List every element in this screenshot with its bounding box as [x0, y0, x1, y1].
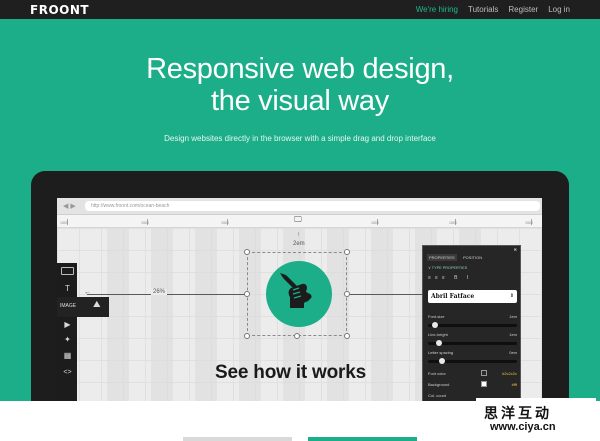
tab-properties[interactable]: PROPERTIES: [427, 254, 457, 261]
hero-title-line-2: the visual way: [211, 85, 389, 117]
background-row: Background #fff: [428, 381, 517, 387]
font-size-row: Font-size 1em: [428, 314, 517, 319]
resize-handle[interactable]: [344, 291, 350, 297]
fist-pen-logo-icon: [266, 261, 332, 327]
hero-title: Responsive web design, the visual way: [0, 53, 600, 117]
text-align-controls[interactable]: ≡≡≡ B I: [428, 275, 472, 281]
font-size-label: Font-size: [428, 314, 445, 319]
hero-subtitle: Design websites directly in the browser …: [164, 134, 436, 143]
cta-button-right[interactable]: [308, 437, 417, 441]
ruler-label: 1500: [141, 221, 149, 225]
line-height-label: Line-height: [428, 332, 448, 337]
ruler-label: 1500: [221, 221, 229, 225]
see-how-it-works-heading[interactable]: See how it works: [215, 362, 366, 384]
froont-logo[interactable]: FROONT: [30, 3, 89, 17]
browser-chrome: ◀ ▶ http://www.froont.com/ocean-beach: [57, 198, 542, 215]
nav-link-login[interactable]: Log in: [548, 5, 570, 14]
video-tool-icon[interactable]: ▶︎: [61, 319, 74, 330]
image-tool-label: IMAGE: [60, 303, 77, 309]
font-color-row: Font color #2c2c2c: [428, 370, 517, 376]
background-value: #fff: [511, 382, 517, 387]
ruler-label: 1500: [525, 221, 533, 225]
right-spacing-line: [349, 294, 423, 295]
tab-position[interactable]: POSITION: [463, 255, 482, 260]
col-count-label: Col. count: [428, 393, 447, 398]
browser-nav-buttons: ◀ ▶: [63, 202, 76, 210]
line-height-row: Line-height 1em: [428, 332, 517, 337]
ruler-label: 1500: [371, 221, 379, 225]
gallery-tool-icon[interactable]: ▦: [61, 350, 74, 361]
text-tool-icon[interactable]: T: [61, 283, 74, 294]
hero-title-line-1: Responsive web design,: [146, 53, 454, 85]
background-label: Background: [428, 382, 450, 387]
ruler-label: 1500: [449, 221, 457, 225]
forward-arrow-icon[interactable]: ▶: [70, 203, 75, 210]
back-arrow-icon[interactable]: ◀: [63, 203, 68, 210]
address-bar[interactable]: http://www.froont.com/ocean-beach: [85, 201, 540, 211]
image-tool-flyout[interactable]: IMAGE ⛰: [57, 297, 109, 317]
left-toolbar: T ▶︎ ✦ ▦ <>: [57, 263, 77, 403]
font-family-value: Abril Fatface: [431, 293, 475, 300]
line-height-slider[interactable]: [428, 340, 517, 346]
embed-tool-icon[interactable]: ✦: [61, 334, 74, 345]
letter-spacing-row: Letter spacing 0em: [428, 350, 517, 355]
top-spacing-label: 2em: [293, 241, 305, 247]
font-size-slider[interactable]: [428, 322, 517, 328]
background-swatch[interactable]: [481, 381, 487, 387]
type-properties-section[interactable]: ∨ TYPE PROPERTIES: [428, 265, 467, 270]
slider-knob[interactable]: [432, 322, 438, 328]
letter-spacing-label: Letter spacing: [428, 350, 454, 355]
laptop-screen: ◀ ▶ http://www.froont.com/ocean-beach 15…: [57, 198, 542, 403]
font-color-value: #2c2c2c: [502, 371, 517, 376]
left-arrow-icon: ←: [84, 289, 91, 296]
nav-link-hiring[interactable]: We're hiring: [416, 5, 458, 14]
watermark-line-1: 思洋互动: [484, 406, 552, 422]
top-nav-links: We're hiring Tutorials Register Log in: [416, 5, 570, 14]
font-size-value: 1em: [509, 314, 517, 319]
slider-knob[interactable]: [436, 340, 442, 346]
resize-handle[interactable]: [344, 333, 350, 339]
resize-handle[interactable]: [244, 333, 250, 339]
chevron-updown-icon: ⇕: [509, 293, 514, 299]
resize-handle[interactable]: [244, 249, 250, 255]
cta-button-left[interactable]: [183, 437, 292, 441]
top-navbar: FROONT We're hiring Tutorials Register L…: [0, 0, 600, 19]
nav-link-register[interactable]: Register: [508, 5, 538, 14]
line-height-value: 1em: [509, 332, 517, 337]
box-tool-icon[interactable]: [61, 267, 74, 275]
panel-tabs: PROPERTIES POSITION: [423, 254, 522, 262]
watermark-line-2: www.ciya.cn: [490, 421, 556, 433]
font-color-swatch[interactable]: [481, 370, 487, 376]
properties-panel: ✖ PROPERTIES POSITION ∨ TYPE PROPERTIES …: [422, 245, 521, 403]
close-icon[interactable]: ✖: [514, 247, 517, 252]
resize-handle[interactable]: [344, 249, 350, 255]
font-color-label: Font color: [428, 371, 446, 376]
letter-spacing-value: 0em: [509, 350, 517, 355]
letter-spacing-slider[interactable]: [428, 358, 517, 364]
ruler-label: 1500: [60, 221, 68, 225]
slider-knob[interactable]: [439, 358, 445, 364]
left-spacing-label: 26%: [151, 289, 168, 295]
resize-handle[interactable]: [244, 291, 250, 297]
resize-handle[interactable]: [294, 333, 300, 339]
font-family-select[interactable]: Abril Fatface ⇕: [428, 290, 517, 303]
nav-link-tutorials[interactable]: Tutorials: [468, 5, 498, 14]
image-icon: ⛰: [93, 299, 101, 309]
up-arrow-icon: ↑: [297, 232, 300, 238]
desktop-view-icon[interactable]: 🖵: [294, 215, 302, 225]
top-ruler: 1500 1500 1500 1500 1500 1500 🖵: [57, 215, 542, 228]
code-tool-icon[interactable]: <>: [61, 367, 74, 378]
